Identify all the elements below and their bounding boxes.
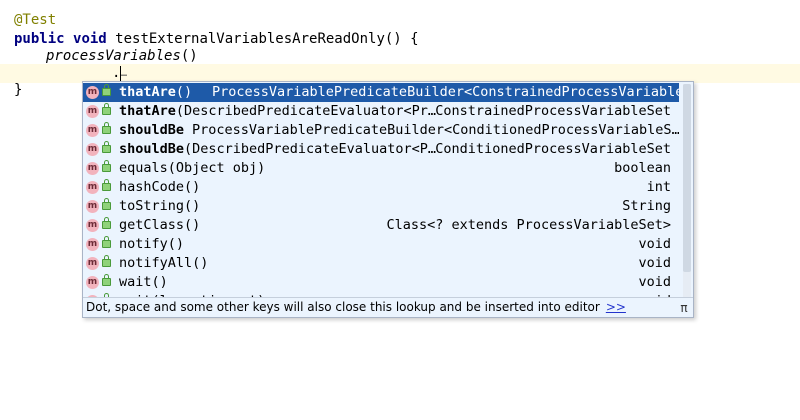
closing-brace-line: } xyxy=(14,82,23,98)
method-icon: m xyxy=(86,276,99,289)
completion-item[interactable]: m hashCode() int xyxy=(83,178,679,197)
completion-item[interactable]: m thatAre(DescribedPredicateEvaluator<Pr…… xyxy=(83,102,679,121)
keyword-void: void xyxy=(73,31,107,47)
completion-popup[interactable]: m thatAre() ProcessVariablePredicateBuilde… xyxy=(82,81,694,318)
keyword-public: public xyxy=(14,31,65,47)
completion-scroll-thumb[interactable] xyxy=(683,84,691,272)
completion-item-type: void xyxy=(638,274,671,290)
completion-item-type: ConditionedProcessVariableSet xyxy=(435,141,671,157)
completion-item[interactable]: m thatAre() ProcessVariablePredicateBuilde… xyxy=(83,83,679,102)
completion-item-name-rest: notifyAll() xyxy=(119,255,209,271)
completion-item-return-type: ProcessVariablePredicateBuilder<Conditio… xyxy=(192,122,679,138)
completion-item-name-rest: notify() xyxy=(119,236,185,252)
completion-item-name-rest: hashCode() xyxy=(119,179,201,195)
completion-item-name: shouldBe(DescribedPredicateEvaluator<P… xyxy=(119,140,436,159)
completion-item-type: int xyxy=(646,179,671,195)
completion-item-name: notify() xyxy=(119,235,184,254)
completion-item-name: thatAre(DescribedPredicateEvaluator<Pr… xyxy=(119,102,436,121)
method-call-parens: () xyxy=(180,48,198,64)
method-call-name: processVariables xyxy=(46,48,181,64)
completion-item-name-rest: () xyxy=(175,84,193,100)
method-icon: m xyxy=(86,124,99,137)
completion-item-name-bold: shouldBe xyxy=(119,122,185,138)
method-icon: m xyxy=(86,162,99,175)
completion-item-return-type: ProcessVariablePredicateBuilder<Constrai… xyxy=(212,84,679,100)
completion-item-type: void xyxy=(638,236,671,252)
completion-item-name: wait() xyxy=(119,273,168,292)
completion-footer-text: Dot, space and some other keys will also… xyxy=(86,300,600,314)
completion-item-type: Class<? extends ProcessVariableSet> xyxy=(386,217,671,233)
method-icon: m xyxy=(86,219,99,232)
method-icon: m xyxy=(86,105,99,118)
completion-item-name-rest: getClass() xyxy=(119,217,201,233)
completion-item-name: shouldBe ProcessVariablePredicateBuilder<… xyxy=(119,121,679,140)
method-icon: m xyxy=(86,238,99,251)
method-icon: m xyxy=(86,86,99,99)
public-access-lock-icon xyxy=(102,217,111,229)
completion-item-type: void xyxy=(638,255,671,271)
method-icon: m xyxy=(86,181,99,194)
completion-item-type: String xyxy=(622,198,671,214)
completion-item[interactable]: m shouldBe(DescribedPredicateEvaluator<P…… xyxy=(83,140,679,159)
pi-icon[interactable]: π xyxy=(678,301,690,315)
completion-item-name-rest: wait() xyxy=(119,274,168,290)
completion-footer-link[interactable]: >> xyxy=(606,300,626,314)
completion-item-name-bold: thatAre xyxy=(119,84,176,100)
public-access-lock-icon xyxy=(102,236,111,248)
public-access-lock-icon xyxy=(102,141,111,153)
completion-item-name: getClass() xyxy=(119,216,200,235)
method-icon: m xyxy=(86,257,99,270)
annotation-line: @Test xyxy=(14,12,57,28)
public-access-lock-icon xyxy=(102,198,111,210)
public-access-lock-icon xyxy=(102,160,111,172)
public-access-lock-icon xyxy=(102,103,111,115)
completion-item-name-rest: (DescribedPredicateEvaluator<P… xyxy=(184,141,436,157)
completion-item-name-bold: thatAre xyxy=(119,103,176,119)
method-signature: testExternalVariablesAreReadOnly() { xyxy=(106,31,419,47)
completion-item-name: hashCode() xyxy=(119,178,200,197)
public-access-lock-icon xyxy=(102,84,111,96)
completion-item[interactable]: m notifyAll() void xyxy=(83,254,679,273)
completion-item[interactable]: m shouldBe ProcessVariablePredicateBuilder… xyxy=(83,121,679,140)
completion-item-name-rest: toString() xyxy=(119,198,201,214)
completion-item-name: notifyAll() xyxy=(119,254,208,273)
completion-item[interactable]: m wait() void xyxy=(83,273,679,292)
completion-item-name: thatAre() xyxy=(119,83,192,102)
completion-item-name: toString() xyxy=(119,197,200,216)
public-access-lock-icon xyxy=(102,122,111,134)
completion-item-name-rest: equals(Object obj) xyxy=(119,160,266,176)
completion-footer: Dot, space and some other keys will also… xyxy=(83,297,693,317)
completion-item-type: ConstrainedProcessVariableSet xyxy=(435,103,671,119)
method-icon: m xyxy=(86,143,99,156)
completion-item-type: boolean xyxy=(614,160,671,176)
method-icon: m xyxy=(86,200,99,213)
completion-item-name: equals(Object obj) xyxy=(119,159,265,178)
completion-list[interactable]: m thatAre() ProcessVariablePredicateBuilde… xyxy=(83,83,679,299)
completion-item[interactable]: m equals(Object obj) boolean xyxy=(83,159,679,178)
completion-item[interactable]: m getClass() Class<? extends ProcessVariab… xyxy=(83,216,679,235)
completion-item-name-bold: shouldBe xyxy=(119,141,185,157)
public-access-lock-icon xyxy=(102,179,111,191)
public-access-lock-icon xyxy=(102,255,111,267)
completion-item[interactable]: m toString() String xyxy=(83,197,679,216)
completion-item-name-rest: (DescribedPredicateEvaluator<Pr… xyxy=(175,103,436,119)
completion-item[interactable]: m notify() void xyxy=(83,235,679,254)
public-access-lock-icon xyxy=(102,274,111,286)
